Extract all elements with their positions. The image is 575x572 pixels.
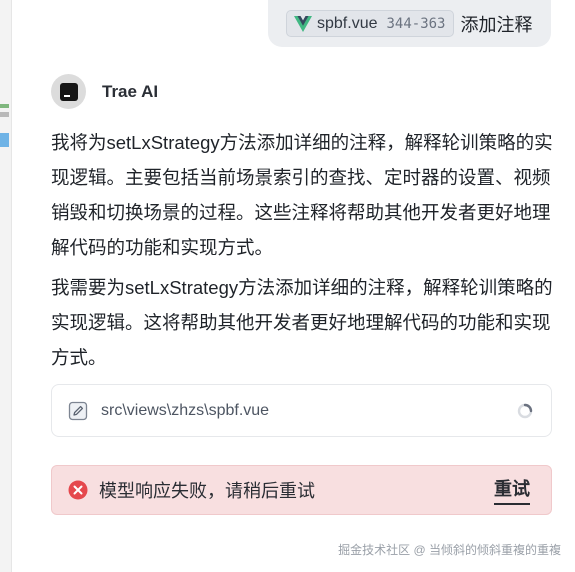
chat-panel: spbf.vue 344-363 添加注释 Trae AI 我将为setLxSt… [22,0,575,572]
user-message-text: 添加注释 [460,14,533,35]
error-circle-icon [68,480,88,500]
assistant-name: Trae AI [102,82,159,101]
assistant-paragraph: 我需要为setLxStrategy方法添加详细的注释，解释轮训策略的实现逻辑。这… [51,277,553,368]
edit-file-icon [68,401,88,420]
file-chip-line-range: 344-363 [386,15,446,32]
assistant-paragraph: 我将为setLxStrategy方法添加详细的注释，解释轮训策略的实现逻辑。主要… [51,132,553,258]
file-reference-chip[interactable]: spbf.vue 344-363 [286,10,454,37]
edited-file-card[interactable]: src\views\zhzs\spbf.vue [51,384,552,437]
error-message: 模型响应失败，请稍后重试 [99,481,315,501]
file-chip-name: spbf.vue [317,14,378,32]
retry-button[interactable]: 重试 [494,478,530,505]
loading-spinner-icon [517,403,533,419]
scroll-marker-blue [0,133,9,147]
vue-logo-icon [294,15,312,32]
watermark: 掘金技术社区 @ 当倾斜的倾斜重複的重複 [338,543,561,557]
error-banner: 模型响应失败，请稍后重试 重试 [51,465,552,515]
edited-file-path: src\views\zhzs\spbf.vue [101,401,270,419]
assistant-avatar [51,74,86,109]
user-message-bubble: spbf.vue 344-363 添加注释 [268,0,551,47]
scroll-marker-gray [0,112,9,117]
editor-side-strip [0,0,12,572]
scroll-marker-green [0,104,9,108]
trae-logo-icon [59,82,78,101]
